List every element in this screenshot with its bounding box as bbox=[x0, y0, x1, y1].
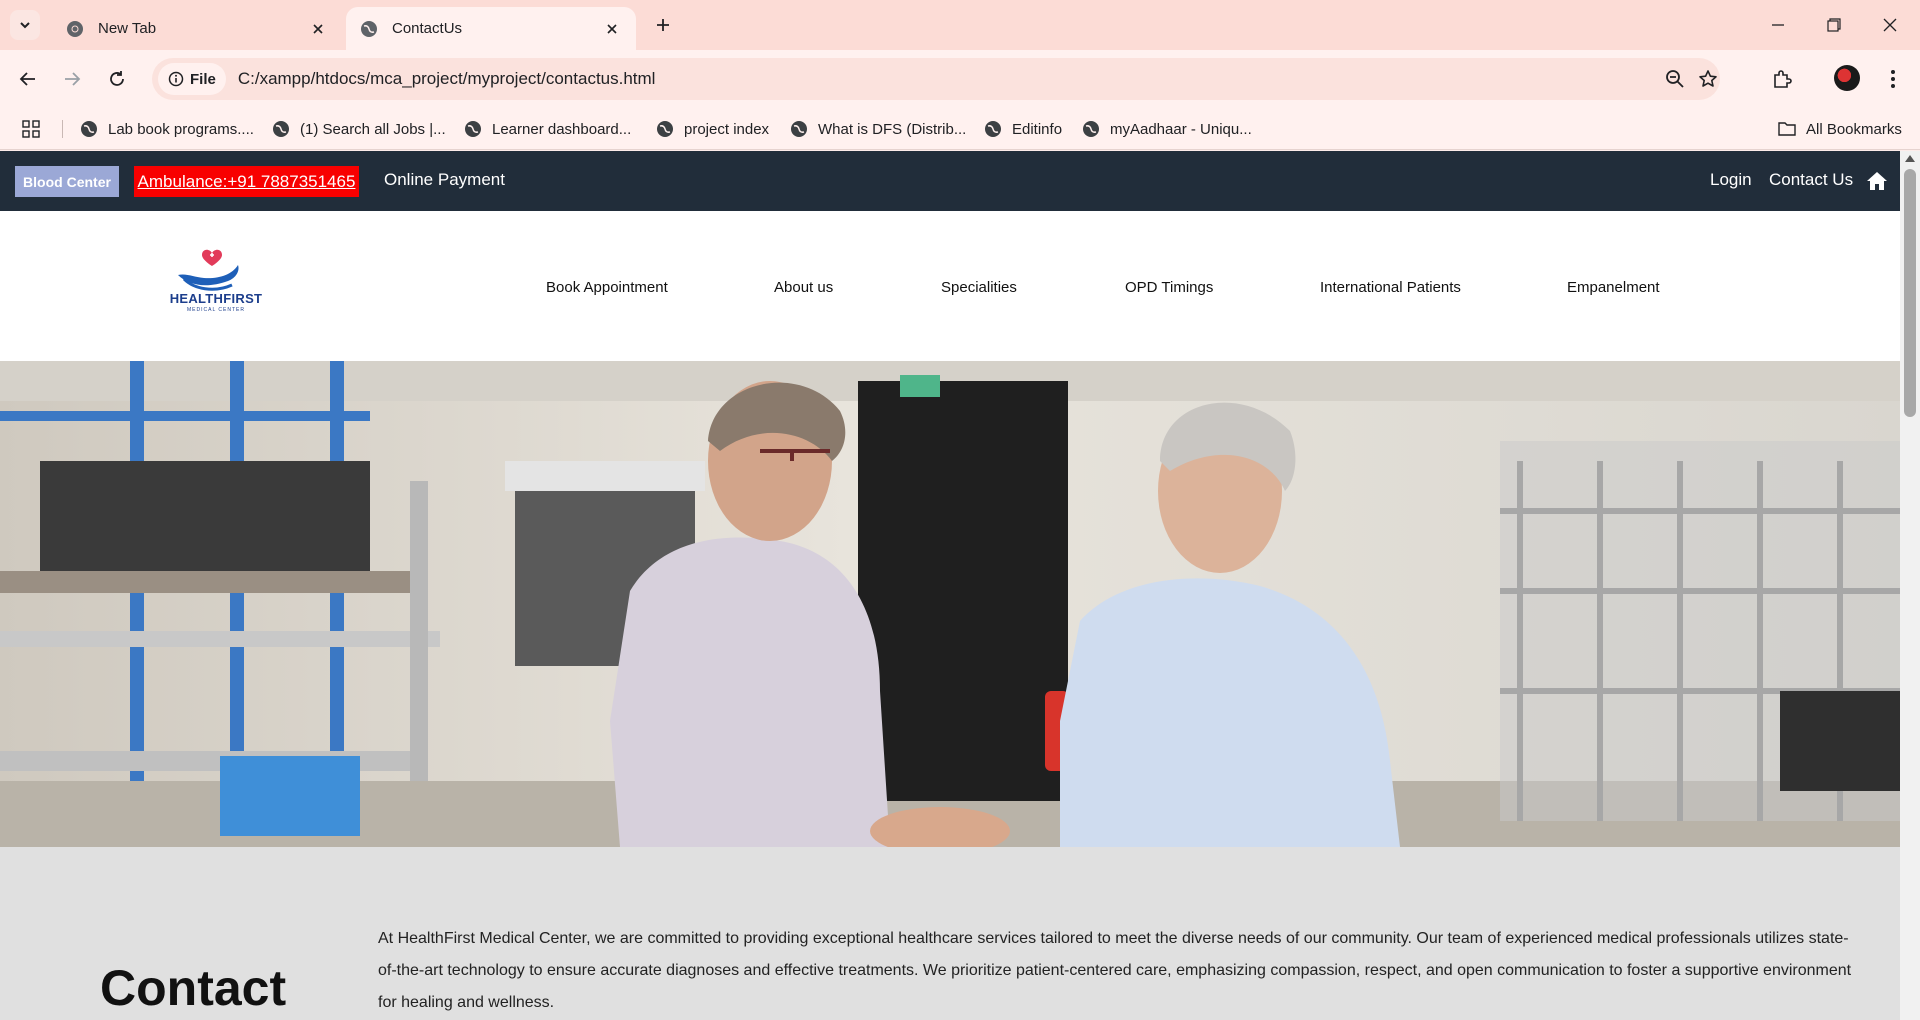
menu-international-patients[interactable]: International Patients bbox=[1320, 279, 1461, 296]
blood-center-button[interactable]: Blood Center bbox=[15, 166, 119, 197]
puzzle-icon bbox=[1774, 70, 1792, 88]
bookmark-star-button[interactable] bbox=[1693, 64, 1723, 94]
plus-icon bbox=[657, 19, 669, 31]
chrome-icon bbox=[66, 20, 84, 38]
login-link[interactable]: Login bbox=[1710, 170, 1752, 190]
bookmark-item[interactable]: What is DFS (Distrib... bbox=[790, 118, 966, 140]
url-text[interactable]: C:/xampp/htdocs/mca_project/myproject/co… bbox=[238, 69, 656, 89]
address-bar[interactable]: File C:/xampp/htdocs/mca_project/myproje… bbox=[152, 58, 1720, 100]
handshake-photo bbox=[0, 361, 1900, 847]
zoom-button[interactable] bbox=[1660, 64, 1690, 94]
menu-book-appointment[interactable]: Book Appointment bbox=[546, 279, 668, 296]
all-bookmarks-label: All Bookmarks bbox=[1806, 120, 1902, 138]
page-viewport: Blood Center Ambulance:+91 7887351465 On… bbox=[0, 151, 1920, 1020]
tab-search-button[interactable] bbox=[10, 10, 40, 40]
bookmark-label: Editinfo bbox=[1012, 120, 1063, 138]
ambulance-link[interactable]: Ambulance:+91 7887351465 bbox=[134, 166, 359, 197]
heart-hand-logo-icon bbox=[178, 249, 239, 291]
tab-contactus[interactable]: ContactUs bbox=[346, 7, 636, 50]
globe-icon bbox=[791, 121, 807, 137]
tab-new-tab[interactable]: New Tab bbox=[52, 7, 342, 50]
scroll-up-arrow-icon[interactable] bbox=[1905, 155, 1915, 162]
bookmark-item[interactable]: Lab book programs.... bbox=[80, 118, 254, 140]
extensions-button[interactable] bbox=[1767, 64, 1797, 94]
globe-icon bbox=[657, 121, 673, 137]
bookmark-label: (1) Search all Jobs |... bbox=[300, 120, 446, 138]
home-icon[interactable] bbox=[1866, 170, 1888, 192]
globe-icon bbox=[985, 121, 1001, 137]
bookmark-label: myAadhaar - Uniqu... bbox=[1110, 120, 1252, 138]
restore-button[interactable] bbox=[1814, 10, 1854, 40]
scrollbar-thumb[interactable] bbox=[1904, 169, 1916, 417]
logo-name: HEALTHFIRST bbox=[169, 291, 263, 306]
bookmarks-divider bbox=[62, 120, 63, 138]
bookmarks-bar: Lab book programs.... (1) Search all Job… bbox=[0, 108, 1920, 150]
browser-tab-bar: New Tab ContactUs bbox=[0, 0, 1920, 50]
info-icon bbox=[168, 71, 184, 87]
hero-image bbox=[0, 361, 1900, 847]
site-info-chip[interactable]: File bbox=[158, 63, 226, 95]
profile-avatar[interactable] bbox=[1834, 65, 1860, 91]
menu-button[interactable] bbox=[1878, 64, 1908, 94]
bookmark-item[interactable]: myAadhaar - Uniqu... bbox=[1082, 118, 1252, 140]
close-window-button[interactable] bbox=[1870, 10, 1910, 40]
apps-button[interactable] bbox=[22, 118, 40, 140]
page-scrollbar[interactable] bbox=[1900, 151, 1920, 1020]
bookmark-item[interactable]: project index bbox=[656, 118, 769, 140]
back-button[interactable] bbox=[13, 64, 43, 94]
close-icon[interactable] bbox=[308, 19, 328, 39]
contact-us-link[interactable]: Contact Us bbox=[1769, 170, 1853, 190]
bookmark-label: Lab book programs.... bbox=[108, 120, 254, 138]
minimize-button[interactable] bbox=[1758, 10, 1798, 40]
new-tab-button[interactable] bbox=[650, 12, 676, 38]
site-chip-label: File bbox=[190, 70, 216, 88]
section-title: Contact bbox=[100, 960, 287, 1016]
bookmark-item[interactable]: Learner dashboard... bbox=[464, 118, 631, 140]
logo-subtitle: MEDICAL CENTER bbox=[187, 307, 245, 313]
globe-icon bbox=[81, 121, 97, 137]
menu-about-us[interactable]: About us bbox=[774, 279, 833, 296]
minimize-icon bbox=[1772, 24, 1784, 26]
forward-button[interactable] bbox=[57, 64, 87, 94]
bookmark-label: project index bbox=[684, 120, 770, 138]
bookmark-item[interactable]: Editinfo bbox=[984, 118, 1062, 140]
contact-section: Contact At HealthFirst Medical Center, w… bbox=[0, 847, 1900, 1020]
site-header: HEALTHFIRST MEDICAL CENTER Book Appointm… bbox=[0, 211, 1900, 361]
zoom-out-icon bbox=[1666, 70, 1684, 88]
folder-icon bbox=[1778, 122, 1796, 136]
menu-opd-timings[interactable]: OPD Timings bbox=[1125, 279, 1213, 296]
globe-icon bbox=[273, 121, 289, 137]
chevron-down-icon bbox=[20, 22, 30, 29]
online-payment-link[interactable]: Online Payment bbox=[384, 170, 505, 190]
kebab-menu-icon bbox=[1891, 70, 1895, 88]
close-icon[interactable] bbox=[602, 19, 622, 39]
all-bookmarks-button[interactable]: All Bookmarks bbox=[1778, 118, 1902, 140]
menu-empanelment[interactable]: Empanelment bbox=[1567, 279, 1660, 296]
reload-icon bbox=[110, 71, 124, 86]
star-icon bbox=[1699, 70, 1717, 87]
bookmark-label: What is DFS (Distrib... bbox=[818, 120, 967, 138]
section-paragraph: At HealthFirst Medical Center, we are co… bbox=[378, 930, 1852, 1011]
restore-icon bbox=[1827, 18, 1841, 32]
bookmark-item[interactable]: (1) Search all Jobs |... bbox=[272, 118, 446, 140]
browser-toolbar: File C:/xampp/htdocs/mca_project/myproje… bbox=[0, 50, 1920, 108]
arrow-left-icon bbox=[19, 72, 35, 86]
apps-grid-icon bbox=[22, 120, 40, 138]
reload-button[interactable] bbox=[102, 64, 132, 94]
site-logo[interactable]: HEALTHFIRST MEDICAL CENTER bbox=[166, 245, 266, 317]
bookmark-label: Learner dashboard... bbox=[492, 120, 632, 138]
tab-title: New Tab bbox=[98, 20, 157, 37]
close-icon bbox=[1883, 18, 1897, 32]
globe-icon bbox=[465, 121, 481, 137]
arrow-right-icon bbox=[65, 72, 81, 86]
menu-specialities[interactable]: Specialities bbox=[941, 279, 1017, 296]
top-utility-bar: Blood Center Ambulance:+91 7887351465 On… bbox=[0, 151, 1900, 211]
globe-icon bbox=[360, 20, 378, 38]
tab-title: ContactUs bbox=[392, 20, 463, 37]
globe-icon bbox=[1083, 121, 1099, 137]
